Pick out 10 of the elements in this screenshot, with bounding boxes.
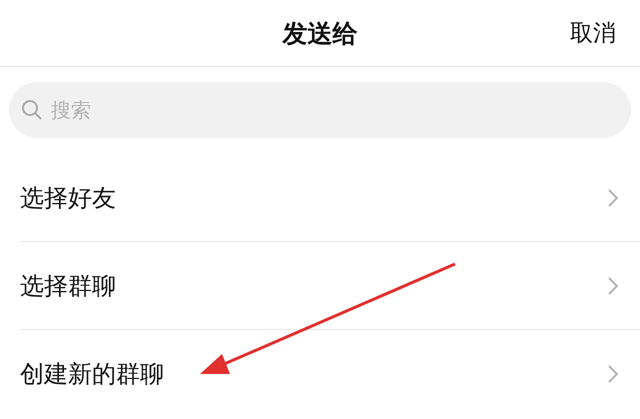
chevron-icon — [608, 188, 618, 206]
search-icon — [21, 99, 43, 121]
chevron-icon — [608, 276, 618, 294]
cancel-button[interactable]: 取消 — [570, 18, 616, 48]
list-item[interactable]: 创建新的群聊 — [20, 330, 640, 417]
chevron-icon — [608, 364, 618, 382]
list-item[interactable]: 选择群聊 — [20, 242, 640, 330]
list-item[interactable]: 选择好友 — [20, 154, 640, 242]
search-field[interactable]: 搜索 — [9, 82, 631, 138]
screen-title: 发送给 — [282, 18, 358, 50]
